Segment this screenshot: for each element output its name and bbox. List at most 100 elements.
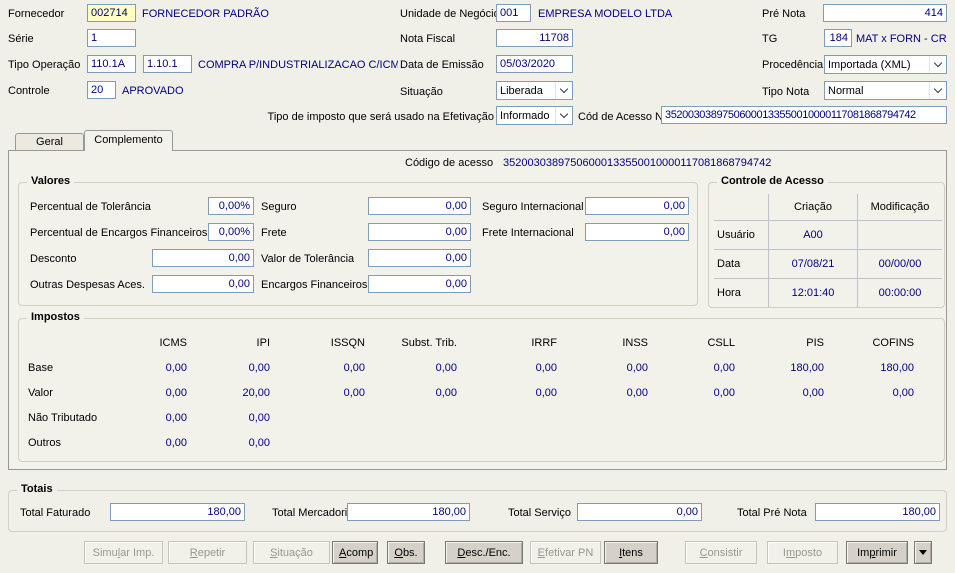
impostos-cell <box>557 430 648 455</box>
tipo-imposto-select[interactable]: Informado <box>496 106 573 125</box>
impostos-col-header: Subst. Trib. <box>401 336 457 349</box>
impostos-col-header: PIS <box>806 336 824 349</box>
impostos-col-header: COFINS <box>872 336 914 349</box>
fornecedor-input[interactable] <box>87 4 136 22</box>
impostos-cell <box>457 405 557 430</box>
impostos-row-label: Valor <box>28 386 53 399</box>
tipo-nota-label: Tipo Nota <box>762 86 810 98</box>
impostos-cell: 0,00 <box>535 386 557 399</box>
total-mercadorias-input[interactable] <box>347 503 470 521</box>
perc-tolerancia-input[interactable] <box>208 197 254 215</box>
perc-encargos-label: Percentual de Encargos Financeiros <box>30 227 208 239</box>
tipo-nota-select[interactable]: Normal <box>824 81 947 100</box>
situacao-label: Situação <box>400 86 443 98</box>
obs-button[interactable]: Obs. <box>387 541 425 564</box>
impostos-col-header: ISSQN <box>330 336 365 349</box>
simular-imp-button: Simular Imp. <box>84 541 163 564</box>
impostos-cell <box>557 405 648 430</box>
desconto-label: Desconto <box>30 253 77 265</box>
impostos-cell: 0,00 <box>626 386 648 399</box>
controle-input[interactable] <box>87 81 116 99</box>
outras-despesas-input[interactable] <box>152 275 254 293</box>
controle-status: APROVADO <box>122 85 184 97</box>
impostos-cell: 0,00 <box>248 361 270 374</box>
chevron-down-icon <box>929 56 946 73</box>
situacao-select[interactable]: Liberada <box>496 81 573 100</box>
impostos-col-header: IPI <box>256 336 270 349</box>
serie-input[interactable] <box>87 29 136 47</box>
acomp-button[interactable]: Acomp <box>332 541 378 564</box>
more-actions-button[interactable] <box>914 541 932 564</box>
unidade-negocio-input[interactable] <box>496 4 531 22</box>
chevron-down-icon <box>929 82 946 99</box>
impostos-cell <box>648 430 735 455</box>
pre-nota-input[interactable] <box>823 4 947 22</box>
impostos-cell: 0,00 <box>248 436 270 449</box>
impostos-row-label: Não Tributado <box>28 411 98 424</box>
tab-geral[interactable]: Geral <box>15 133 84 150</box>
desc-enc-button[interactable]: Desc./Enc. <box>445 541 523 564</box>
impostos-cell <box>365 430 457 455</box>
impostos-cell: 0,00 <box>248 411 270 424</box>
ca-row-label: Hora <box>713 277 769 308</box>
pre-nota-window: Fornecedor FORNECEDOR PADRÃO Série Tipo … <box>0 0 955 573</box>
outras-despesas-label: Outras Despesas Aces. <box>30 279 145 291</box>
nota-fiscal-input[interactable] <box>496 29 573 47</box>
total-pre-nota-label: Total Pré Nota <box>737 507 807 519</box>
frete-internacional-label: Frete Internacional <box>482 227 574 239</box>
impostos-title: Impostos <box>27 311 84 323</box>
seguro-input[interactable] <box>368 197 471 215</box>
cod-acesso-nfe-input[interactable] <box>661 106 947 124</box>
impostos-cell: 0,00 <box>435 386 457 399</box>
efetivar-pn-button: Efetivar PN <box>530 541 601 564</box>
itens-button[interactable]: Itens <box>604 541 658 564</box>
codigo-acesso-label: Código de acesso <box>405 157 494 169</box>
table-row: Outros 0,00 0,00 <box>28 430 914 455</box>
total-pre-nota-input[interactable] <box>815 503 940 521</box>
impostos-cell: 0,00 <box>626 361 648 374</box>
impostos-cell <box>365 405 457 430</box>
table-row: Data 07/08/21 00/00/00 <box>713 248 943 279</box>
impostos-cell: 20,00 <box>242 386 270 399</box>
chevron-down-icon <box>555 82 572 99</box>
tipo-operacao-input-2[interactable] <box>143 55 192 73</box>
data-emissao-input[interactable] <box>496 55 573 73</box>
impostos-cell: 0,00 <box>435 361 457 374</box>
impostos-cell: 0,00 <box>713 386 735 399</box>
tipo-operacao-input-1[interactable] <box>87 55 136 73</box>
total-faturado-input[interactable] <box>110 503 245 521</box>
pre-nota-label: Pré Nota <box>762 8 806 20</box>
seguro-internacional-label: Seguro Internacional <box>482 201 584 213</box>
frete-internacional-input[interactable] <box>585 223 689 241</box>
total-servico-input[interactable] <box>577 503 702 521</box>
impostos-col-header: IRRF <box>531 336 557 349</box>
table-row: Base 0,00 0,00 0,00 0,00 0,00 0,00 0,00 … <box>28 355 914 380</box>
perc-encargos-input[interactable] <box>208 223 254 241</box>
encargos-financeiros-input[interactable] <box>368 275 471 293</box>
procedencia-select[interactable]: Importada (XML) <box>824 55 947 74</box>
valor-tolerancia-input[interactable] <box>368 249 471 267</box>
tg-input[interactable] <box>824 29 852 47</box>
controle-acesso-title: Controle de Acesso <box>717 175 828 187</box>
consistir-button: Consistir <box>685 541 757 564</box>
frete-input[interactable] <box>368 223 471 241</box>
impostos-cell <box>270 405 365 430</box>
desconto-input[interactable] <box>152 249 254 267</box>
impostos-cell: 0,00 <box>713 361 735 374</box>
tipo-nota-value: Normal <box>828 84 864 97</box>
imprimir-button[interactable]: Imprimir <box>846 541 908 564</box>
impostos-row-label: Base <box>28 361 54 374</box>
impostos-cell <box>824 405 914 430</box>
impostos-col-header: CSLL <box>707 336 735 349</box>
ca-data-modificacao: 00/00/00 <box>857 248 943 279</box>
serie-label: Série <box>8 33 34 45</box>
ca-data-criacao: 07/08/21 <box>768 248 858 279</box>
tab-complemento[interactable]: Complemento <box>84 130 173 151</box>
impostos-cell: 180,00 <box>790 361 824 374</box>
seguro-internacional-input[interactable] <box>585 197 689 215</box>
chevron-down-icon <box>555 107 572 124</box>
impostos-cell: 0,00 <box>165 411 187 424</box>
table-row: Não Tributado 0,00 0,00 <box>28 405 914 430</box>
perc-tolerancia-label: Percentual de Tolerância <box>30 201 151 213</box>
ca-hora-criacao: 12:01:40 <box>768 277 858 308</box>
